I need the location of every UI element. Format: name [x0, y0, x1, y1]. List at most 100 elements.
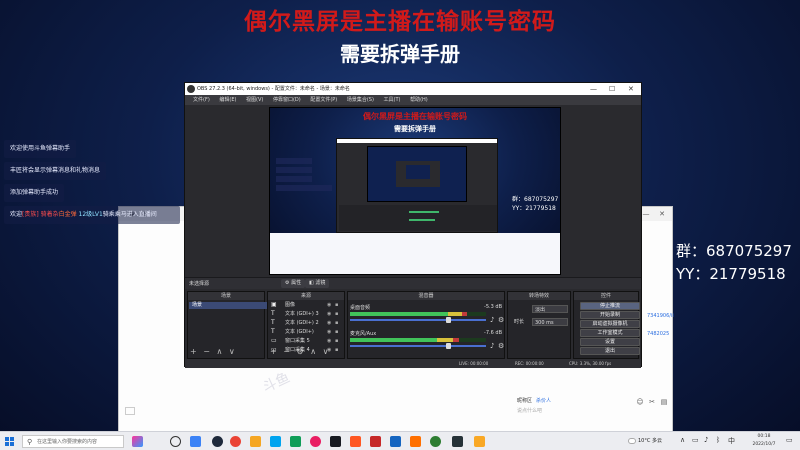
menu-scene-collection[interactable]: 场景集合(S) — [347, 97, 374, 103]
app-icon-5[interactable] — [350, 436, 361, 447]
tray-chevron-icon[interactable]: ∧ — [680, 436, 685, 444]
chat-link-1[interactable]: 7341906/ii — [647, 313, 674, 319]
gear-icon[interactable]: ⚙ — [498, 342, 504, 350]
chat-user-name[interactable]: 杀价人 — [536, 398, 551, 404]
chat-tool-icon-3[interactable]: ▤ — [659, 397, 669, 407]
menu-edit[interactable]: 编辑(E) — [219, 97, 236, 103]
gear-icon[interactable]: ⚙ — [498, 316, 504, 324]
preview-nested-obs — [336, 138, 498, 233]
start-recording-button[interactable]: 开始录制 — [580, 311, 640, 319]
obs-minimize-icon[interactable]: — — [590, 83, 597, 95]
source-row[interactable]: ▭ 窗口采集 5 ◉ ▪ — [271, 337, 345, 345]
menu-tools[interactable]: 工具(T) — [384, 97, 401, 103]
app-icon-4[interactable] — [310, 436, 321, 447]
obs-app-icon[interactable] — [212, 436, 223, 447]
chat-tool-icon-1[interactable]: ☺ — [635, 397, 645, 407]
windows-start-icon[interactable] — [5, 437, 14, 446]
eye-icon[interactable]: ◉ — [327, 310, 331, 318]
app-icon-8[interactable] — [410, 436, 421, 447]
volume-slider-knob[interactable] — [446, 317, 451, 323]
settings-button[interactable]: 设置 — [580, 338, 640, 346]
mixer-channel-mic: 麦克风/Aux -7.6 dB ♪ ⚙ — [350, 330, 504, 356]
lock-icon[interactable]: ▪ — [335, 310, 338, 318]
taskbar-search-input[interactable]: ⚲ 在这里输入你要搜索的内容 — [22, 435, 124, 448]
source-name: 窗口采集 4 — [285, 347, 310, 353]
chat-input-hint[interactable]: 说点什么吧 — [517, 407, 542, 414]
eye-icon[interactable]: ◉ — [327, 319, 331, 327]
app-icon-10[interactable] — [452, 436, 463, 447]
volume-slider-knob[interactable] — [446, 343, 451, 349]
chat-link-2[interactable]: 7482025 — [647, 331, 669, 337]
network-icon[interactable]: ▭ — [692, 436, 699, 444]
notification-icon[interactable]: ▭ — [786, 436, 793, 444]
source-row[interactable]: T 文本 (GDI+) ◉ ▪ — [271, 328, 345, 336]
obs-window-title: OBS 27.2.3 (64-bit, windows) - 配置文件：未命名 … — [197, 86, 350, 92]
nested-preview — [367, 146, 467, 202]
lock-icon[interactable]: ▪ — [335, 319, 338, 327]
eye-icon[interactable]: ◉ — [327, 328, 331, 336]
properties-tab[interactable]: ⚙ 属性 — [281, 279, 306, 288]
source-row[interactable]: T 文本 (GDI+) 2 ◉ ▪ — [271, 319, 345, 327]
bluetooth-icon[interactable]: ᛒ — [716, 436, 720, 444]
obs-close-icon[interactable]: ✕ — [628, 83, 634, 95]
eye-icon[interactable]: ◉ — [327, 346, 331, 354]
speaker-icon[interactable]: ♪ — [490, 316, 494, 324]
minimize-icon[interactable]: — — [641, 209, 651, 219]
app-icon-11[interactable] — [474, 436, 485, 447]
folder-icon[interactable] — [250, 436, 261, 447]
chrome-icon[interactable] — [230, 436, 241, 447]
app-icon-6[interactable] — [370, 436, 381, 447]
chat-input-icon[interactable] — [125, 407, 135, 415]
menu-help[interactable]: 帮助(H) — [410, 97, 428, 103]
scenes-dock-buttons[interactable]: + − ∧ ∨ — [190, 348, 237, 356]
obs-maximize-icon[interactable]: ☐ — [609, 83, 615, 95]
transition-select[interactable]: 淡出 — [532, 305, 568, 313]
volume-slider[interactable] — [350, 319, 486, 321]
task-view-icon[interactable] — [170, 436, 181, 447]
eye-icon[interactable]: ◉ — [327, 337, 331, 345]
scene-list-item[interactable]: 场景 — [189, 302, 269, 309]
app-icon-2[interactable] — [270, 436, 281, 447]
taskbar-search-placeholder: 在这里输入你要搜索的内容 — [37, 439, 98, 445]
weather-widget[interactable]: 10°C 多云 — [628, 434, 662, 448]
app-icon-3[interactable] — [290, 436, 301, 447]
eye-icon[interactable]: ◉ — [327, 301, 331, 309]
chat-user-row: 昵称区 杀价人 — [517, 397, 551, 404]
lock-icon[interactable]: ▪ — [335, 346, 338, 354]
duration-input[interactable]: 300 ms — [532, 318, 568, 326]
transition-type-row: 淡出 — [514, 305, 570, 314]
source-name: 文本 (GDI+) 2 — [285, 320, 319, 326]
app-icon-9[interactable] — [430, 436, 441, 447]
preview-notice-2 — [276, 167, 312, 173]
taskbar-clock[interactable]: 00:18 2022/10/7 — [744, 433, 784, 449]
ime-icon[interactable]: 中 — [728, 436, 735, 446]
steam-icon[interactable] — [330, 436, 341, 447]
studio-mode-button[interactable]: 工作室模式 — [580, 329, 640, 337]
obs-preview[interactable]: 偶尔黑屏是主播在输账号密码 需要拆弹手册 群：687075297 YY：2177… — [269, 107, 561, 275]
lock-icon[interactable]: ▪ — [335, 301, 338, 309]
app-icon-1[interactable] — [190, 436, 201, 447]
chat-tool-icon-2[interactable]: ✂ — [647, 397, 657, 407]
preview-notice-4 — [276, 185, 332, 191]
exit-button[interactable]: 退出 — [580, 347, 640, 355]
volume-icon[interactable]: ♪ — [704, 436, 708, 444]
source-row[interactable]: ▣ 图像 ◉ ▪ — [271, 301, 345, 309]
lock-icon[interactable]: ▪ — [335, 328, 338, 336]
app-icon-7[interactable] — [390, 436, 401, 447]
stop-streaming-button[interactable]: 停止推流 — [580, 302, 640, 310]
source-row[interactable]: T 文本 (GDI+) 3 ◉ ▪ — [271, 310, 345, 318]
menu-profile[interactable]: 配置文件(P) — [310, 97, 337, 103]
source-row[interactable]: ▭ 窗口采集 4 ◉ ▪ — [271, 346, 345, 354]
cortana-icon[interactable] — [132, 436, 143, 447]
speaker-icon[interactable]: ♪ — [490, 342, 494, 350]
volume-slider[interactable] — [350, 345, 486, 347]
virtual-camera-button[interactable]: 启动虚拟摄像机 — [580, 320, 640, 328]
lock-icon[interactable]: ▪ — [335, 337, 338, 345]
menu-file[interactable]: 文件(F) — [193, 97, 210, 103]
menu-view[interactable]: 视图(V) — [246, 97, 263, 103]
menu-docks[interactable]: 停靠窗口(D) — [273, 97, 301, 103]
filters-tab[interactable]: ◧ 滤镜 — [305, 279, 330, 288]
obs-titlebar[interactable]: OBS 27.2.3 (64-bit, windows) - 配置文件：未命名 … — [185, 83, 641, 95]
close-icon[interactable]: ✕ — [657, 209, 667, 219]
nested-meter-2 — [409, 219, 435, 221]
